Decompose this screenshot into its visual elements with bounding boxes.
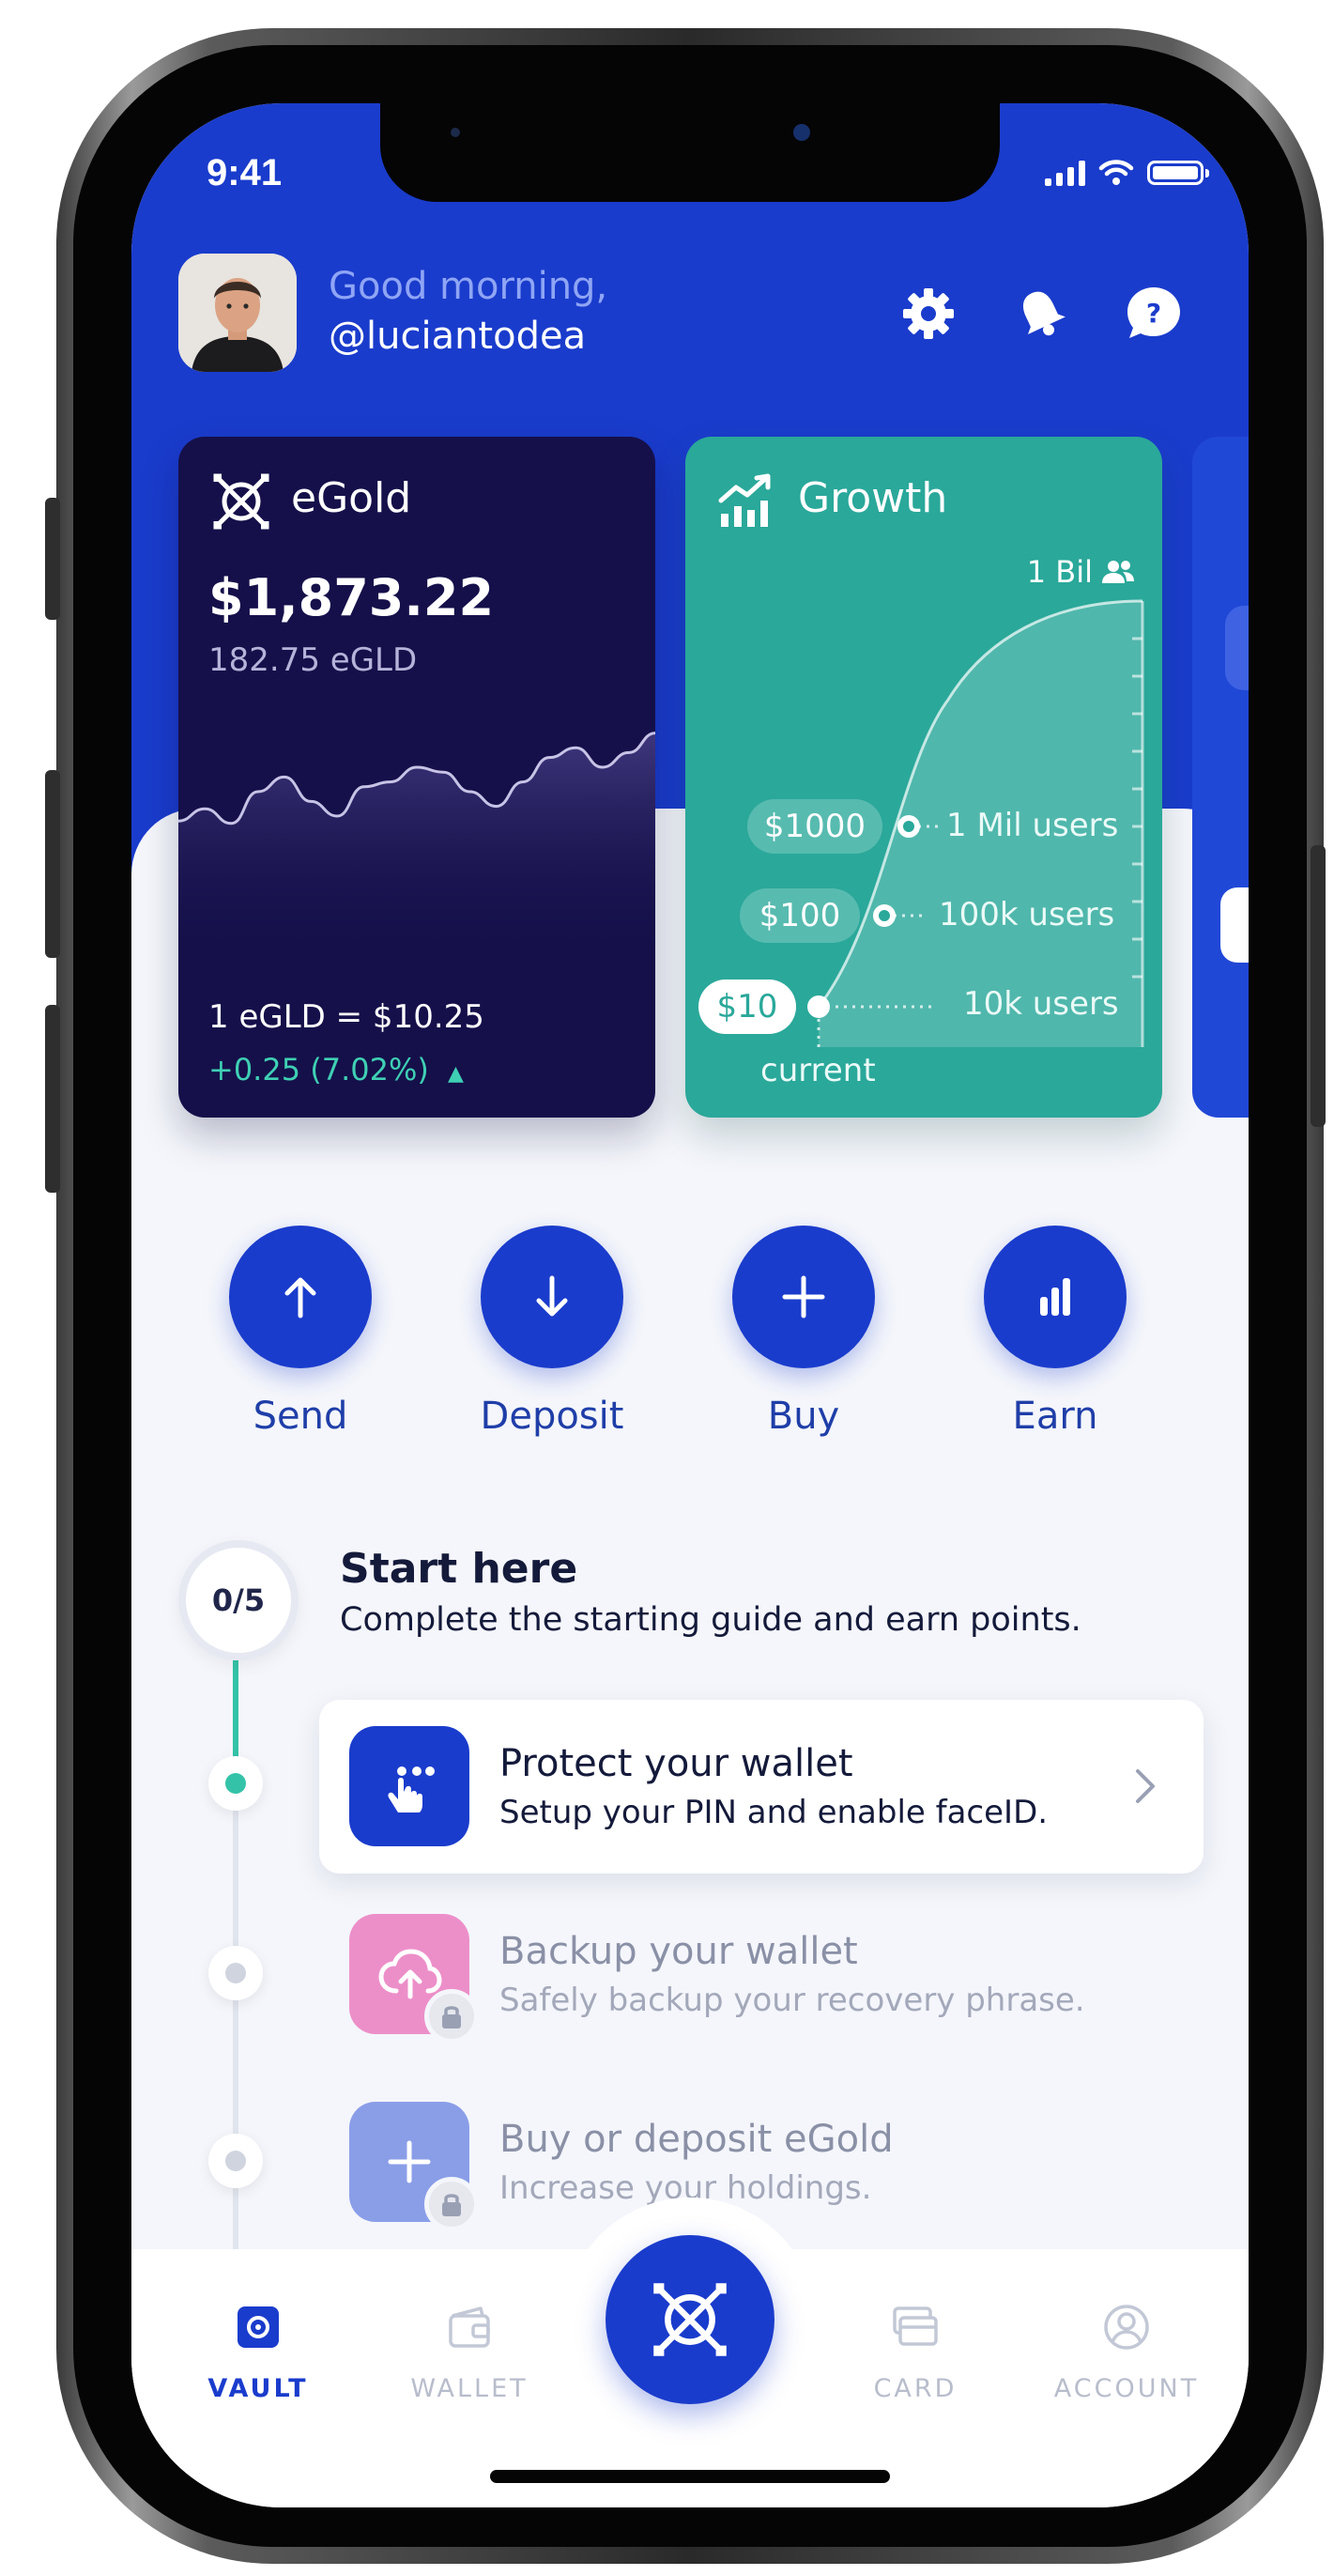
buy-label: Buy xyxy=(767,1395,840,1438)
growth-current-dot xyxy=(807,995,830,1018)
guide-subtitle: Complete the starting guide and earn poi… xyxy=(340,1601,1081,1639)
timeline-line xyxy=(233,1782,238,2271)
egold-balance-amount: $1,873.22 xyxy=(208,568,495,627)
deposit-action[interactable]: Deposit xyxy=(439,1226,665,1438)
growth-users-label-100k: 100k users xyxy=(939,896,1115,933)
egold-balance-units: 182.75 eGLD xyxy=(208,641,418,679)
svg-text:?: ? xyxy=(1146,298,1161,329)
next-card-peek[interactable] xyxy=(1192,437,1249,1118)
chevron-right-icon xyxy=(1136,1769,1155,1803)
task-title-backup-wallet: Backup your wallet xyxy=(499,1930,858,1973)
deposit-button[interactable] xyxy=(481,1226,623,1368)
deposit-label: Deposit xyxy=(480,1395,624,1438)
side-button-left-middle xyxy=(45,770,60,958)
earn-label: Earn xyxy=(1012,1395,1098,1438)
wallet-icon xyxy=(449,2306,490,2348)
timeline-dot-active xyxy=(208,1756,263,1811)
vault-icon xyxy=(238,2306,279,2348)
growth-milestone-dot xyxy=(897,815,920,838)
growth-users-label-10k: 10k users xyxy=(963,985,1119,1023)
egold-exchange-rate: 1 eGLD = $10.25 xyxy=(208,998,484,1036)
status-icons xyxy=(1045,160,1209,186)
bar-chart-icon xyxy=(1040,1278,1070,1316)
egold-price-change: +0.25 (7.02%) ▲ xyxy=(208,1052,464,1087)
growth-price-pill-1000: $1000 xyxy=(747,799,882,854)
next-card-peek-chip xyxy=(1220,887,1249,963)
status-time: 9:41 xyxy=(207,152,283,193)
task-subtitle-backup-wallet: Safely backup your recovery phrase. xyxy=(499,1982,1085,2019)
username-text: @luciantodea xyxy=(329,315,587,358)
touch-pin-icon xyxy=(388,1766,435,1812)
camera xyxy=(793,124,810,141)
side-button-left-bottom xyxy=(45,1005,60,1193)
bell-icon xyxy=(1022,291,1066,336)
growth-users-label-1mil: 1 Mil users xyxy=(946,807,1119,844)
settings-button[interactable] xyxy=(897,282,960,346)
tab-wallet-label: WALLET xyxy=(410,2374,529,2403)
plus-icon xyxy=(782,1275,825,1319)
next-card-peek-panel xyxy=(1225,606,1249,690)
tab-card[interactable]: CARD xyxy=(821,2301,1009,2403)
help-button[interactable]: ? xyxy=(1122,282,1186,346)
notch xyxy=(380,103,1000,202)
timeline-dot xyxy=(208,1946,263,2000)
tab-vault[interactable]: VAULT xyxy=(164,2301,352,2403)
gear-icon xyxy=(903,288,954,339)
growth-card[interactable]: Growth 1 Bil $1000 1 Mil users $100 100k… xyxy=(685,437,1162,1118)
send-action[interactable]: Send xyxy=(188,1226,413,1438)
task-title-protect-wallet: Protect your wallet xyxy=(499,1742,853,1785)
tab-card-label: CARD xyxy=(873,2374,958,2403)
send-label: Send xyxy=(253,1395,348,1438)
growth-current-label: current xyxy=(760,1052,876,1089)
earn-button[interactable] xyxy=(984,1226,1127,1368)
battery-icon xyxy=(1147,161,1209,185)
guide-progress-ring: 0/5 xyxy=(178,1540,299,1660)
egold-card-title: eGold xyxy=(291,474,412,522)
lock-icon xyxy=(442,2194,461,2216)
center-egold-button[interactable] xyxy=(606,2235,774,2404)
egold-price-change-text: +0.25 (7.02%) xyxy=(208,1052,429,1087)
tab-wallet[interactable]: WALLET xyxy=(376,2301,563,2403)
help-bubble-icon: ? xyxy=(1127,287,1180,338)
arrow-up-icon xyxy=(284,1277,316,1319)
credit-card-icon xyxy=(893,2306,938,2346)
arrow-down-icon xyxy=(536,1275,568,1317)
tab-account[interactable]: ACCOUNT xyxy=(1033,2301,1220,2403)
account-icon xyxy=(1104,2305,1149,2350)
tab-vault-label: VAULT xyxy=(207,2374,309,2403)
buy-button[interactable] xyxy=(732,1226,875,1368)
avatar-person-icon xyxy=(178,254,297,372)
egold-sparkline-chart xyxy=(178,732,655,963)
side-button-left-top xyxy=(45,498,60,620)
signal-icon xyxy=(1045,160,1085,186)
timeline-dot xyxy=(208,2134,263,2188)
lock-badge-buy xyxy=(424,2177,479,2231)
buy-action[interactable]: Buy xyxy=(691,1226,916,1438)
lock-icon xyxy=(442,2006,461,2028)
notifications-button[interactable] xyxy=(1009,282,1073,346)
greeting-text: Good morning, xyxy=(329,265,608,308)
plus-icon xyxy=(388,2140,431,2183)
tab-account-label: ACCOUNT xyxy=(1053,2374,1200,2403)
task-subtitle-protect-wallet: Setup your PIN and enable faceID. xyxy=(499,1794,1049,1831)
lock-badge-backup xyxy=(424,1989,479,2044)
home-indicator[interactable] xyxy=(490,2470,890,2483)
speaker xyxy=(451,128,460,137)
egold-card[interactable]: eGold $1,873.22 182.75 eGLD 1 eGLD = $10… xyxy=(178,437,655,1118)
egold-logo-icon xyxy=(653,2283,727,2356)
triangle-up-icon: ▲ xyxy=(448,1062,464,1086)
side-button-right xyxy=(1311,845,1326,1127)
app-screen: 9:41 Good morning, @luciantodea ? eGold … xyxy=(131,103,1249,2507)
growth-price-pill-10: $10 xyxy=(698,979,796,1034)
wifi-icon xyxy=(1098,160,1134,185)
growth-price-pill-100: $100 xyxy=(740,888,860,943)
guide-title: Start here xyxy=(340,1545,578,1593)
avatar[interactable] xyxy=(178,254,297,372)
task-title-buy-egold: Buy or deposit eGold xyxy=(499,2118,894,2161)
send-button[interactable] xyxy=(229,1226,372,1368)
earn-action[interactable]: Earn xyxy=(943,1226,1168,1438)
growth-milestone-dot xyxy=(873,904,896,927)
egold-logo-icon xyxy=(213,473,269,530)
task-icon-protect-wallet xyxy=(349,1726,469,1846)
